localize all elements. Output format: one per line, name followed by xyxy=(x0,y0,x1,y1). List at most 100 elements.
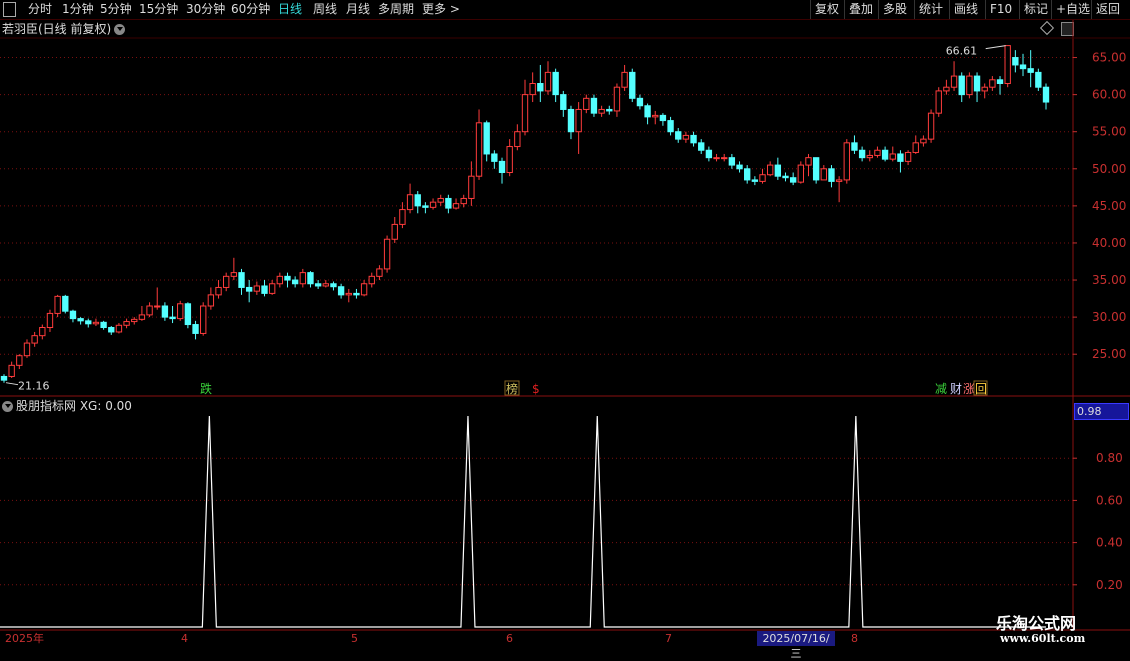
watermark-title: 乐淘公式网 xyxy=(996,614,1077,633)
candle-body-up xyxy=(981,86,988,92)
y-tick-label: 0.80 xyxy=(1096,451,1123,465)
candle-body-up xyxy=(805,157,812,166)
candle-body-up xyxy=(146,305,153,316)
candle-body-down xyxy=(636,97,644,107)
indicator-line xyxy=(0,415,1046,628)
candle-body-down xyxy=(667,120,674,133)
candle-body-up xyxy=(521,94,529,133)
candle-body-up xyxy=(544,71,552,92)
candle-body-down xyxy=(414,194,421,207)
candle-body-down xyxy=(881,149,889,160)
signal-label: 回 xyxy=(975,382,987,396)
candle-body-up xyxy=(989,79,996,88)
y-tick-label: 65.00 xyxy=(1092,51,1126,65)
candle-body-down xyxy=(858,149,866,159)
candle-body-up xyxy=(46,312,54,329)
candle-body-down xyxy=(1012,57,1019,66)
candle-body-up xyxy=(8,364,15,377)
candle-body-up xyxy=(215,286,222,296)
y-tick-label: 30.00 xyxy=(1092,310,1126,324)
candle-body-up xyxy=(835,179,843,182)
y-tick-label: 50.00 xyxy=(1092,162,1126,176)
candle-body-down xyxy=(108,327,115,333)
candle-body-down xyxy=(184,303,192,326)
candle-body-up xyxy=(138,314,146,320)
candle-body-down xyxy=(644,105,651,118)
candle-body-down xyxy=(606,108,613,112)
candle-body-up xyxy=(966,75,973,96)
candle-body-up xyxy=(391,223,398,240)
candle-body-down xyxy=(744,168,751,181)
candle-body-up xyxy=(123,321,130,326)
candle-body-down xyxy=(491,153,498,162)
candle-body-down xyxy=(958,75,965,96)
candle-body-up xyxy=(429,201,437,208)
candle-body-up xyxy=(406,194,414,211)
candle-body-down xyxy=(284,275,291,281)
y-tick-label: 0.20 xyxy=(1096,578,1123,592)
candle-body-down xyxy=(537,83,544,92)
candle-body-up xyxy=(920,138,927,144)
candle-body-up xyxy=(54,295,61,314)
high-price-label: 66.61 xyxy=(946,45,978,58)
candle-body-up xyxy=(154,305,161,308)
candle-body-up xyxy=(345,292,352,296)
candle-body-up xyxy=(598,108,605,114)
candle-body-down xyxy=(751,179,759,182)
candle-body-up xyxy=(31,335,38,344)
candle-body-up xyxy=(399,209,406,225)
candle-body-up xyxy=(360,283,368,296)
candle-body-down xyxy=(629,71,636,99)
date-cursor-label: 2025/07/16/三 xyxy=(757,631,835,660)
candle-body-down xyxy=(1042,86,1050,103)
candle-body-up xyxy=(115,324,123,333)
watermark-url: www.60lt.com xyxy=(1000,632,1086,645)
candle-body-down xyxy=(996,79,1004,84)
candle-body-up xyxy=(92,321,100,325)
signal-label: 减 xyxy=(935,382,947,396)
y-tick-label: 55.00 xyxy=(1092,125,1126,139)
candle-body-up xyxy=(39,327,46,337)
date-label: 6 xyxy=(506,632,513,645)
candle-body-up xyxy=(713,157,720,160)
high-arrow xyxy=(985,45,1006,50)
y-tick-label: 35.00 xyxy=(1092,273,1126,287)
candle-body-down xyxy=(728,157,736,166)
candle-body-up xyxy=(468,175,475,199)
candle-body-up xyxy=(874,149,881,156)
candle-body-down xyxy=(169,316,176,320)
date-label: 4 xyxy=(181,632,188,645)
candle-body-up xyxy=(820,168,827,181)
y-tick-label: 25.00 xyxy=(1092,347,1126,361)
candle-body-down xyxy=(1019,64,1027,70)
candle-body-down xyxy=(973,75,981,92)
candle-body-down xyxy=(736,164,743,170)
candle-body-up xyxy=(766,164,774,176)
y-tick-label: 45.00 xyxy=(1092,199,1126,213)
date-label: 2025年 xyxy=(5,632,44,645)
candle-body-up xyxy=(904,151,912,162)
candle-body-up xyxy=(613,86,621,112)
candle-body-down xyxy=(445,197,452,209)
candle-body-up xyxy=(621,71,628,88)
date-label: 8 xyxy=(851,632,858,645)
candle-body-up xyxy=(376,268,383,277)
candle-body-down xyxy=(1035,71,1042,88)
candle-body-up xyxy=(797,164,805,183)
candle-body-up xyxy=(276,275,284,285)
candle-body-down xyxy=(353,292,360,296)
candle-body-up xyxy=(682,134,690,140)
candle-body-up xyxy=(460,197,467,205)
signal-label: 跌 xyxy=(200,381,212,396)
candle-body-up xyxy=(889,153,896,160)
candle-body-down xyxy=(422,205,429,208)
candle-body-up xyxy=(583,97,590,110)
candle-body-up xyxy=(950,75,958,88)
candle-body-up xyxy=(529,83,536,96)
chart-canvas[interactable]: 25.00 30.00 35.00 40.00 45.00 50.00 55.00 60.00… xyxy=(0,0,1130,650)
candle-body-down xyxy=(314,283,322,287)
candle-body-up xyxy=(866,154,873,159)
indicator-current-value: 0.98 xyxy=(1074,403,1129,420)
candle-body-up xyxy=(514,131,521,148)
candle-body-down xyxy=(337,286,345,296)
